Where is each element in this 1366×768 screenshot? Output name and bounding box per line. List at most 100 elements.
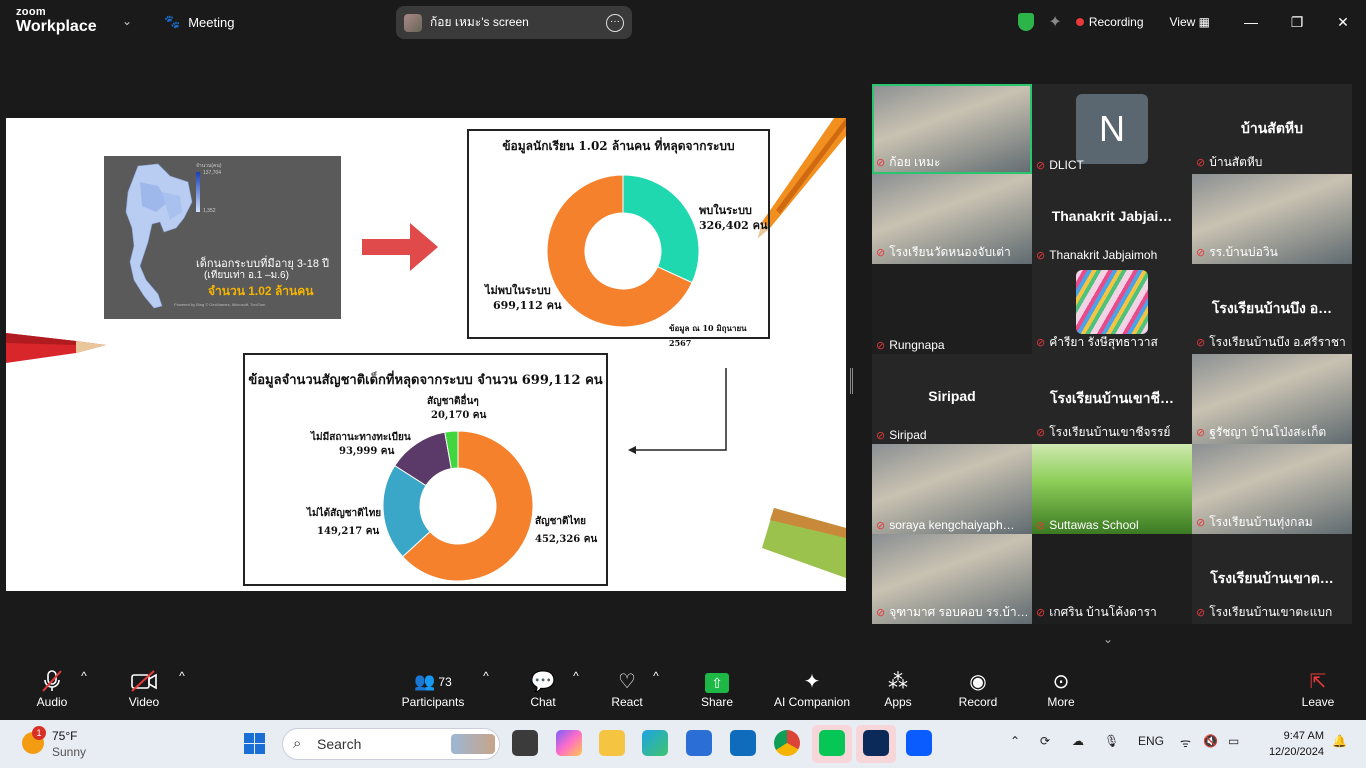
sync-icon[interactable]: ⟳ <box>1040 734 1050 748</box>
participants-button[interactable]: 👥 73 Participants <box>393 669 473 709</box>
system-clock[interactable]: 9:47 AM 12/20/2024 <box>1256 728 1324 760</box>
line-icon[interactable] <box>819 730 845 756</box>
wifi-icon[interactable]: ᯤ <box>1180 734 1191 751</box>
participant-tile[interactable]: N ⊘ DLICT <box>1032 84 1192 174</box>
participant-tile[interactable]: ⊘ โรงเรียนบ้านทุ่งกลม <box>1192 444 1352 534</box>
participant-name: โรงเรียนบ้านเขาตะแบก <box>1209 605 1333 619</box>
participant-tile[interactable]: ⊘ soraya kengchaiyaph… <box>872 444 1032 534</box>
participant-tile[interactable]: ⊘ ก้อย เหมะ <box>872 84 1032 174</box>
participants-options-icon[interactable]: ^ <box>480 669 492 683</box>
participant-name: จุฑามาศ รอบคอบ รร.บ้า… <box>889 605 1029 619</box>
zoom-icon[interactable] <box>906 730 932 756</box>
participant-display-name: Siripad <box>928 388 976 404</box>
participant-name: Rungnapa <box>889 338 945 352</box>
mic-muted-icon: ⊘ <box>1196 517 1206 529</box>
battery-icon[interactable]: ▭ <box>1228 734 1239 748</box>
participant-tile[interactable]: ⊘ รร.บ้านบ่อวิน <box>1192 174 1352 264</box>
view-button[interactable]: View ▦ <box>1170 15 1210 29</box>
zoom-logo[interactable]: zoom Workplace <box>16 7 97 35</box>
mic-muted-icon: ⊘ <box>1036 159 1046 172</box>
search-placeholder: Search <box>317 736 362 752</box>
chrome-icon[interactable] <box>774 730 800 756</box>
video-label: Video <box>128 695 160 709</box>
gallery-next-page-icon[interactable]: ⌄ <box>1103 632 1113 646</box>
audio-options-icon[interactable]: ^ <box>78 669 90 683</box>
participant-display-name: Thanakrit Jabjai… <box>1051 208 1173 224</box>
file-explorer-icon[interactable] <box>599 730 625 756</box>
participants-label: Participants <box>401 695 465 709</box>
chart-1-donut <box>546 174 700 328</box>
record-button[interactable]: ◉ Record <box>938 669 1018 709</box>
volume-muted-icon[interactable]: 🔇 <box>1203 734 1218 748</box>
participant-tile[interactable]: บ้านสัตหีบ ⊘ บ้านสัตหีบ <box>1192 84 1352 174</box>
store-icon[interactable] <box>686 730 712 756</box>
windows-taskbar: 1 75°F Sunny ⌕ Search ⌃ ⟳ ☁ 🎙 ENG ᯤ 🔇 ▭ … <box>0 720 1366 768</box>
participant-tile[interactable]: ⊘ ฐรัชญา บ้านโป่งสะเก็ต <box>1192 354 1352 444</box>
close-button[interactable]: ✕ <box>1320 14 1366 31</box>
camera-off-icon <box>104 669 184 695</box>
participant-tile[interactable]: ⊘ จุฑามาศ รอบคอบ รร.บ้า… <box>872 534 1032 624</box>
security-shield-icon[interactable] <box>1018 13 1035 31</box>
other-label: สัญชาติอื่นๆ <box>427 396 479 407</box>
taskbar-search[interactable]: ⌕ Search <box>282 728 500 760</box>
more-button[interactable]: ⊙ More <box>1021 669 1101 709</box>
task-view-icon[interactable] <box>512 730 538 756</box>
chevron-down-icon[interactable]: ⌄ <box>122 14 132 28</box>
participant-tile[interactable]: Thanakrit Jabjai… ⊘ Thanakrit Jabjaimoh <box>1032 174 1192 264</box>
recording-status[interactable]: Recording <box>1089 15 1144 29</box>
notification-bell-icon[interactable]: 🔔 <box>1332 734 1347 748</box>
webex-icon[interactable] <box>863 730 889 756</box>
language-indicator[interactable]: ENG <box>1138 734 1164 748</box>
outlook-icon[interactable] <box>730 730 756 756</box>
meeting-info-button[interactable]: 🐾 Meeting <box>164 14 234 30</box>
panel-resize-handle[interactable] <box>850 368 853 394</box>
meeting-label: Meeting <box>188 14 235 30</box>
presenter-avatar <box>404 13 422 32</box>
audio-label: Audio <box>36 695 68 709</box>
participant-tile[interactable]: โรงเรียนบ้านเขาชี… ⊘ โรงเรียนบ้านเขาชีจรรย… <box>1032 354 1192 444</box>
title-right-controls: ✦ Recording View ▦ — ❐ ✕ <box>1018 0 1366 44</box>
edge-icon[interactable] <box>642 730 668 756</box>
chart-2-nostatus-label: ไม่มีสถานะทางทะเบียน 93,999 คน <box>311 431 411 459</box>
apps-button[interactable]: ⁂ Apps <box>858 669 938 709</box>
video-button[interactable]: Video <box>104 669 184 709</box>
participant-tile[interactable]: ⊘ คำรียา รังษีสุทธาวาส <box>1032 264 1192 354</box>
weather-badge: 1 <box>32 726 46 740</box>
microphone-icon[interactable]: 🎙 <box>1104 734 1119 748</box>
mic-muted-icon: ⊘ <box>1196 157 1206 169</box>
chart-2-box: ข้อมูลจำนวนสัญชาติเด็กที่หลุดจากระบบ จำน… <box>243 353 608 586</box>
participant-tile[interactable]: โรงเรียนบ้านบึง อ… ⊘ โรงเรียนบ้านบึง อ.ศรี… <box>1192 264 1352 354</box>
ai-sparkle-icon[interactable]: ✦ <box>1048 12 1061 32</box>
notfound-label: ไม่พบในระบบ <box>485 284 551 297</box>
participant-name: คำรียา รังษีสุทธาวาส <box>1049 335 1158 349</box>
mic-muted-icon: ⊘ <box>1196 427 1206 439</box>
react-options-icon[interactable]: ^ <box>650 669 662 683</box>
participant-tile[interactable]: ⊘ Suttawas School <box>1032 444 1192 534</box>
copilot-icon[interactable] <box>556 730 582 756</box>
participant-name: โรงเรียนบ้านเขาชีจรรย์ <box>1049 425 1171 439</box>
maximize-button[interactable]: ❐ <box>1274 14 1320 31</box>
participant-tile[interactable]: ⊘ โรงเรียนวัดหนองจับเต่า <box>872 174 1032 264</box>
chat-options-icon[interactable]: ^ <box>570 669 582 683</box>
windows-start-icon[interactable] <box>244 733 265 754</box>
minimize-button[interactable]: — <box>1228 14 1274 30</box>
more-options-icon[interactable]: ··· <box>606 13 624 32</box>
search-icon: ⌕ <box>293 735 302 752</box>
view-label: View <box>1169 15 1196 29</box>
video-options-icon[interactable]: ^ <box>176 669 188 683</box>
ai-sparkle-icon: ✦ <box>803 671 821 693</box>
mic-muted-icon: ⊘ <box>876 339 886 352</box>
donut-slice <box>622 174 700 284</box>
ai-companion-button[interactable]: ✦ AI Companion <box>762 669 862 709</box>
participant-tile[interactable]: โรงเรียนบ้านเขาต… ⊘ โรงเรียนบ้านเขาตะแบก <box>1192 534 1352 624</box>
participant-tile[interactable]: Siripad ⊘ Siripad <box>872 354 1032 444</box>
participant-tile[interactable]: ⊘ Rungnapa <box>872 264 1032 354</box>
screen-share-pill[interactable]: ก้อย เหมะ's screen ··· <box>396 6 632 39</box>
share-button[interactable]: ⇧ Share <box>677 669 757 709</box>
leave-button[interactable]: ⇱ Leave <box>1278 669 1358 709</box>
tray-overflow-icon[interactable]: ⌃ <box>1010 734 1020 748</box>
record-icon: ◉ <box>969 671 987 693</box>
chart-1-box: ข้อมูลนักเรียน 1.02 ล้านคน ที่หลุดจากระบ… <box>467 129 770 348</box>
network-cloud-icon[interactable]: ☁ <box>1072 734 1084 748</box>
participant-tile[interactable]: ⊘ เกศริน บ้านโค้งดารา <box>1032 534 1192 624</box>
